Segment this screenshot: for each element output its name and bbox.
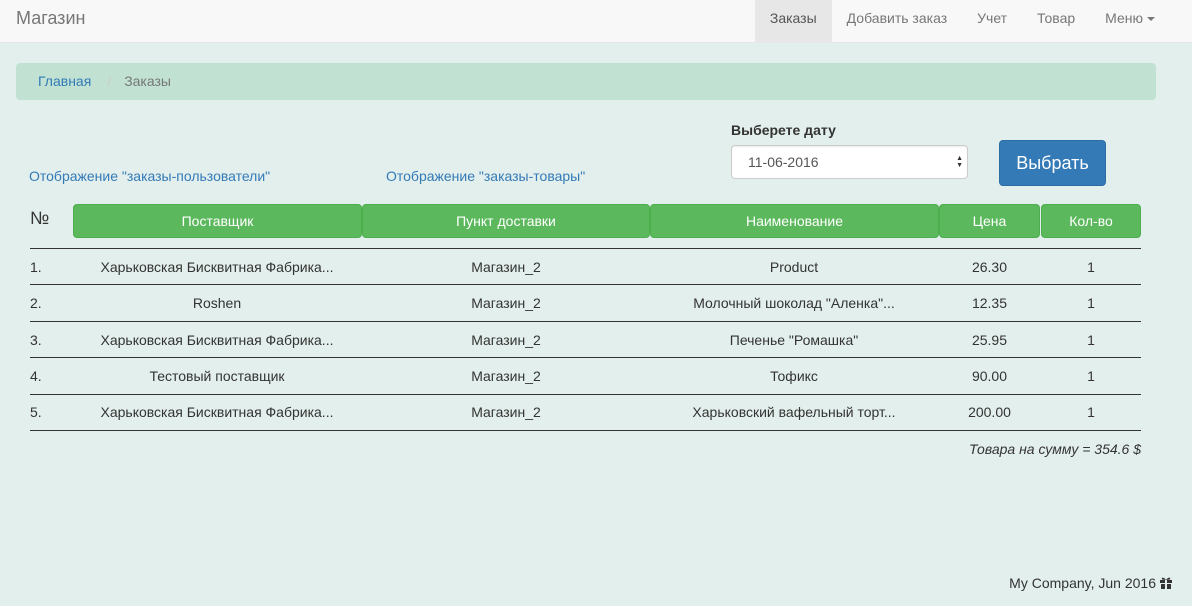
row-divider xyxy=(30,284,1141,285)
row-supplier: Харьковская Бисквитная Фабрика... xyxy=(100,332,334,348)
row-number: 3. xyxy=(30,332,42,348)
row-product-name: Печенье "Ромашка" xyxy=(729,332,859,348)
row-number: 5. xyxy=(30,404,42,420)
row-number: 1. xyxy=(30,259,42,275)
gift-icon xyxy=(1160,577,1172,589)
breadcrumb-current: Заказы xyxy=(124,73,171,89)
row-quantity: 1 xyxy=(1087,368,1095,384)
row-delivery-point: Магазин_2 xyxy=(471,404,541,420)
main-nav: Заказы Добавить заказ Учет Товар Меню xyxy=(754,0,1170,43)
row-supplier: Харьковская Бисквитная Фабрика... xyxy=(100,404,334,420)
navbar: Магазин Заказы Добавить заказ Учет Товар… xyxy=(0,0,1192,43)
row-delivery-point: Магазин_2 xyxy=(471,332,541,348)
row-number: 2. xyxy=(30,295,42,311)
row-delivery-point: Магазин_2 xyxy=(471,295,541,311)
row-delivery-point: Магазин_2 xyxy=(471,259,541,275)
select-date-button[interactable]: Выбрать xyxy=(999,140,1106,186)
brand-logo[interactable]: Магазин xyxy=(16,0,85,43)
row-divider xyxy=(30,357,1141,358)
row-price: 200.00 xyxy=(968,404,1011,420)
caret-down-icon xyxy=(1147,17,1155,22)
row-quantity: 1 xyxy=(1087,295,1095,311)
date-select-value: 11-06-2016 xyxy=(748,154,819,170)
row-divider xyxy=(30,321,1141,322)
row-price: 90.00 xyxy=(971,368,1008,384)
row-divider xyxy=(30,430,1141,431)
header-price[interactable]: Цена xyxy=(939,204,1040,238)
row-number: 4. xyxy=(30,368,42,384)
row-divider xyxy=(30,248,1141,249)
orders-products-view-link[interactable]: Отображение "заказы-товары" xyxy=(386,168,585,184)
number-column-header: № xyxy=(30,208,50,228)
row-price: 12.35 xyxy=(971,295,1008,311)
nav-orders[interactable]: Заказы xyxy=(754,0,832,43)
row-price: 25.95 xyxy=(971,332,1008,348)
row-price: 26.30 xyxy=(971,259,1008,275)
header-delivery-point[interactable]: Пункт доставки xyxy=(362,204,650,238)
row-product-name: Тофикс xyxy=(770,368,818,384)
order-total: Товара на сумму = 354.6 $ xyxy=(968,441,1141,457)
nav-products[interactable]: Товар xyxy=(1022,0,1090,43)
row-product-name: Харьковский вафельный торт... xyxy=(692,404,896,420)
nav-menu-dropdown[interactable]: Меню xyxy=(1090,0,1170,43)
select-arrows-icon: ▲ ▼ xyxy=(956,155,963,169)
header-supplier[interactable]: Поставщик xyxy=(73,204,362,238)
row-product-name: Молочный шоколад "Аленка"... xyxy=(693,295,895,311)
row-supplier: Roshen xyxy=(192,295,242,311)
nav-menu-label: Меню xyxy=(1105,10,1143,26)
nav-accounting[interactable]: Учет xyxy=(962,0,1022,43)
row-supplier: Тестовый поставщик xyxy=(149,368,285,384)
row-quantity: 1 xyxy=(1087,332,1095,348)
row-product-name: Product xyxy=(769,259,819,275)
orders-users-view-link[interactable]: Отображение "заказы-пользователи" xyxy=(29,168,270,184)
row-supplier: Харьковская Бисквитная Фабрика... xyxy=(100,259,334,275)
row-divider xyxy=(30,394,1141,395)
header-quantity[interactable]: Кол-во xyxy=(1041,204,1141,238)
row-delivery-point: Магазин_2 xyxy=(471,368,541,384)
breadcrumb-home-link[interactable]: Главная xyxy=(38,73,91,89)
date-label: Выберете дату xyxy=(731,122,836,138)
row-quantity: 1 xyxy=(1087,259,1095,275)
footer: My Company, Jun 2016 xyxy=(1009,575,1172,591)
breadcrumb: Главная / Заказы xyxy=(16,63,1156,100)
breadcrumb-separator: / xyxy=(107,73,112,89)
header-product-name[interactable]: Наименование xyxy=(650,204,939,238)
row-quantity: 1 xyxy=(1087,404,1095,420)
footer-text: My Company, Jun 2016 xyxy=(1009,575,1156,591)
nav-add-order[interactable]: Добавить заказ xyxy=(832,0,962,43)
date-select[interactable]: 11-06-2016 ▲ ▼ xyxy=(731,145,968,179)
